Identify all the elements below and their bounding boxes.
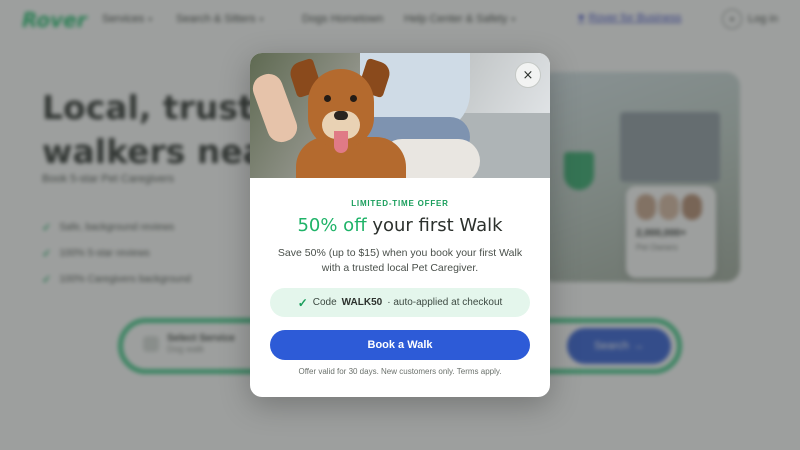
check-icon: ✓	[297, 295, 308, 310]
offer-headline: 50% off your first Walk	[250, 215, 550, 236]
close-icon: ×	[522, 67, 534, 83]
promo-code-pill: ✓ Code WALK50 · auto-applied at checkout	[270, 288, 530, 317]
code-prefix: Code	[312, 297, 337, 308]
puppy-photo	[250, 53, 550, 178]
offer-fine-print: Offer valid for 30 days. New customers o…	[298, 367, 502, 376]
promo-code: WALK50	[341, 297, 383, 308]
book-walk-button[interactable]: Book a Walk	[270, 330, 530, 360]
dog-eye	[324, 95, 331, 102]
code-suffix: · auto-applied at checkout	[387, 297, 503, 308]
headline-rest: your first Walk	[366, 215, 503, 236]
offer-body: Save 50% (up to $15) when you book your …	[277, 247, 523, 274]
close-button[interactable]: ×	[515, 62, 541, 88]
offer-eyebrow: LIMITED-TIME OFFER	[351, 199, 449, 208]
headline-accent: 50% off	[297, 215, 367, 236]
dog-nose	[334, 111, 348, 120]
offer-modal: × LIMITED-TIME OFFER 50% off your first …	[250, 53, 550, 397]
dog-eye	[350, 95, 357, 102]
dog-tongue	[334, 131, 348, 153]
